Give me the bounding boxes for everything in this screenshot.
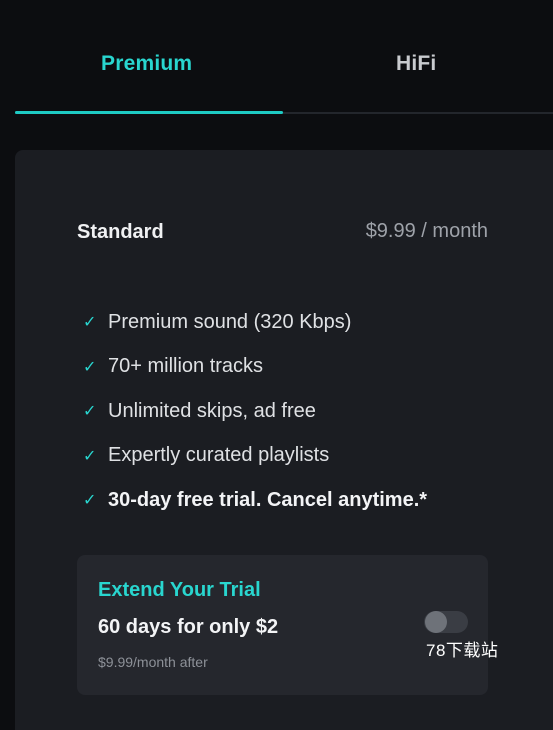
- check-icon: ✓: [83, 403, 97, 421]
- toggle-knob: [425, 611, 447, 633]
- check-icon: ✓: [83, 447, 97, 465]
- trial-offer: 60 days for only $2: [98, 616, 279, 638]
- feature-text: Premium sound (320 Kbps): [108, 310, 352, 333]
- feature-text: Expertly curated playlists: [108, 444, 330, 467]
- plan-tabs: Premium HiFi: [15, 0, 553, 114]
- feature-item: ✓ Expertly curated playlists: [83, 434, 427, 479]
- check-icon: ✓: [83, 492, 97, 510]
- extend-trial-toggle[interactable]: [424, 611, 468, 633]
- active-tab-indicator: [15, 111, 283, 114]
- trial-title: Extend Your Trial: [98, 579, 261, 601]
- feature-text: 70+ million tracks: [108, 355, 264, 378]
- tab-premium[interactable]: Premium: [101, 52, 192, 76]
- feature-item: ✓ Unlimited skips, ad free: [83, 389, 427, 434]
- trial-note: $9.99/month after: [98, 654, 208, 670]
- plan-name: Standard: [77, 221, 164, 243]
- tab-hifi[interactable]: HiFi: [396, 52, 436, 76]
- watermark-text: 78下载站: [426, 641, 499, 660]
- check-icon: ✓: [83, 358, 97, 376]
- check-icon: ✓: [83, 314, 97, 332]
- feature-text: 30-day free trial. Cancel anytime.*: [108, 488, 428, 511]
- feature-item: ✓ 70+ million tracks: [83, 345, 427, 390]
- feature-list: ✓ Premium sound (320 Kbps) ✓ 70+ million…: [83, 300, 427, 523]
- feature-item: ✓ Premium sound (320 Kbps): [83, 300, 427, 345]
- plan-price: $9.99 / month: [365, 220, 488, 242]
- extend-trial-box: Extend Your Trial 60 days for only $2 $9…: [77, 555, 488, 695]
- feature-text: Unlimited skips, ad free: [108, 399, 316, 422]
- feature-item-trial: ✓ 30-day free trial. Cancel anytime.*: [83, 478, 427, 523]
